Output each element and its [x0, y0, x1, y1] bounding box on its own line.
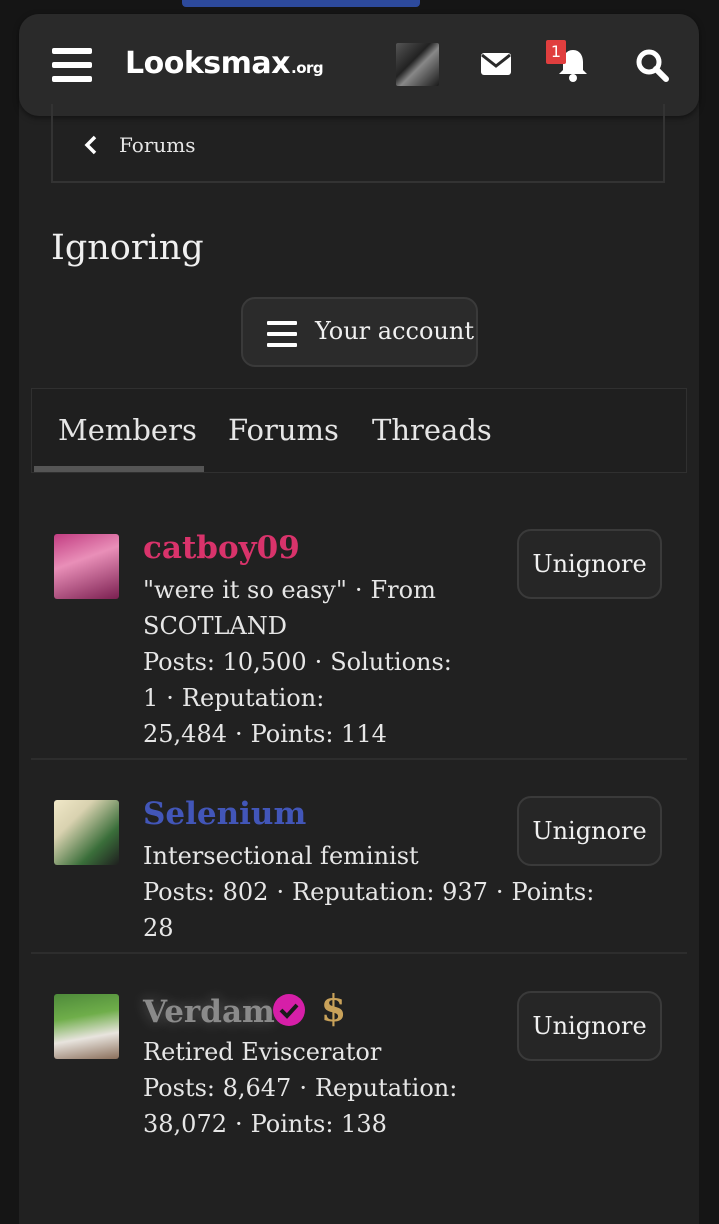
- member-posts: Posts: 8,647: [143, 1074, 292, 1102]
- site-logo[interactable]: Looksmax.org: [125, 46, 324, 81]
- member-name[interactable]: catboy09: [143, 530, 300, 566]
- user-avatar[interactable]: [396, 43, 439, 86]
- top-accent-bar: [182, 0, 420, 7]
- member-posts: Posts: 802: [143, 878, 269, 906]
- dollar-badge-icon: $: [321, 988, 347, 1030]
- breadcrumb[interactable]: Forums: [51, 104, 665, 183]
- member-reputation: Reputation: 937: [292, 878, 488, 906]
- verified-badge-icon: [273, 994, 305, 1026]
- logo-suffix: .org: [291, 59, 324, 77]
- member-name[interactable]: Selenium: [143, 796, 306, 832]
- page-title: Ignoring: [51, 228, 204, 268]
- separator-dot: ·: [354, 576, 363, 604]
- active-tab-indicator: [34, 466, 204, 472]
- unignore-button[interactable]: Unignore: [517, 529, 662, 599]
- separator-dot: ·: [166, 684, 174, 712]
- your-account-button[interactable]: Your account: [241, 297, 478, 367]
- tab-forums[interactable]: Forums: [228, 413, 339, 447]
- list-item: catboy09 "were it so easy" · From SCOTLAND…: [31, 510, 687, 758]
- divider: [31, 758, 687, 760]
- menu-lines-icon: [267, 321, 297, 347]
- unignore-button[interactable]: Unignore: [517, 991, 662, 1061]
- member-meta: "were it so easy" · From SCOTLAND Posts: 1…: [143, 572, 613, 752]
- separator-dot: ·: [234, 720, 243, 748]
- mail-icon[interactable]: [480, 52, 512, 76]
- member-posts: Posts: 10,500: [143, 648, 307, 676]
- member-reputation-label: Reputation:: [181, 684, 325, 712]
- member-location: SCOTLAND: [143, 612, 287, 640]
- member-points: Points: 114: [250, 720, 387, 748]
- list-item: Selenium Intersectional feminist Posts: …: [31, 776, 687, 952]
- tab-bar: Members Forums Threads: [31, 388, 687, 473]
- member-name[interactable]: Verdam: [143, 994, 275, 1030]
- unignore-button[interactable]: Unignore: [517, 796, 662, 866]
- notification-badge: 1: [546, 40, 566, 64]
- tab-members[interactable]: Members: [58, 413, 197, 447]
- chevron-left-icon: [84, 135, 97, 155]
- search-icon[interactable]: [635, 48, 669, 82]
- breadcrumb-label[interactable]: Forums: [119, 133, 196, 157]
- separator-dot: ·: [299, 1074, 307, 1102]
- separator-dot: ·: [234, 1110, 243, 1138]
- member-avatar[interactable]: [54, 800, 119, 865]
- logo-text: Looksmax: [125, 46, 291, 81]
- separator-dot: ·: [314, 648, 323, 676]
- member-points: Points: 138: [250, 1110, 387, 1138]
- member-reputation-value: 25,484: [143, 720, 227, 748]
- member-title: "were it so easy": [143, 576, 347, 604]
- member-avatar[interactable]: [54, 534, 119, 599]
- list-item: Verdam $ Retired Eviscerator Posts: 8,64…: [31, 970, 687, 1146]
- menu-icon[interactable]: [52, 48, 92, 82]
- tab-threads[interactable]: Threads: [372, 413, 492, 447]
- separator-dot: ·: [276, 878, 285, 906]
- member-avatar[interactable]: [54, 994, 119, 1059]
- site-header: Looksmax.org 1: [19, 14, 699, 116]
- separator-dot: ·: [495, 878, 504, 906]
- member-location-label: From: [370, 576, 436, 604]
- your-account-label: Your account: [315, 317, 474, 345]
- divider: [31, 952, 687, 954]
